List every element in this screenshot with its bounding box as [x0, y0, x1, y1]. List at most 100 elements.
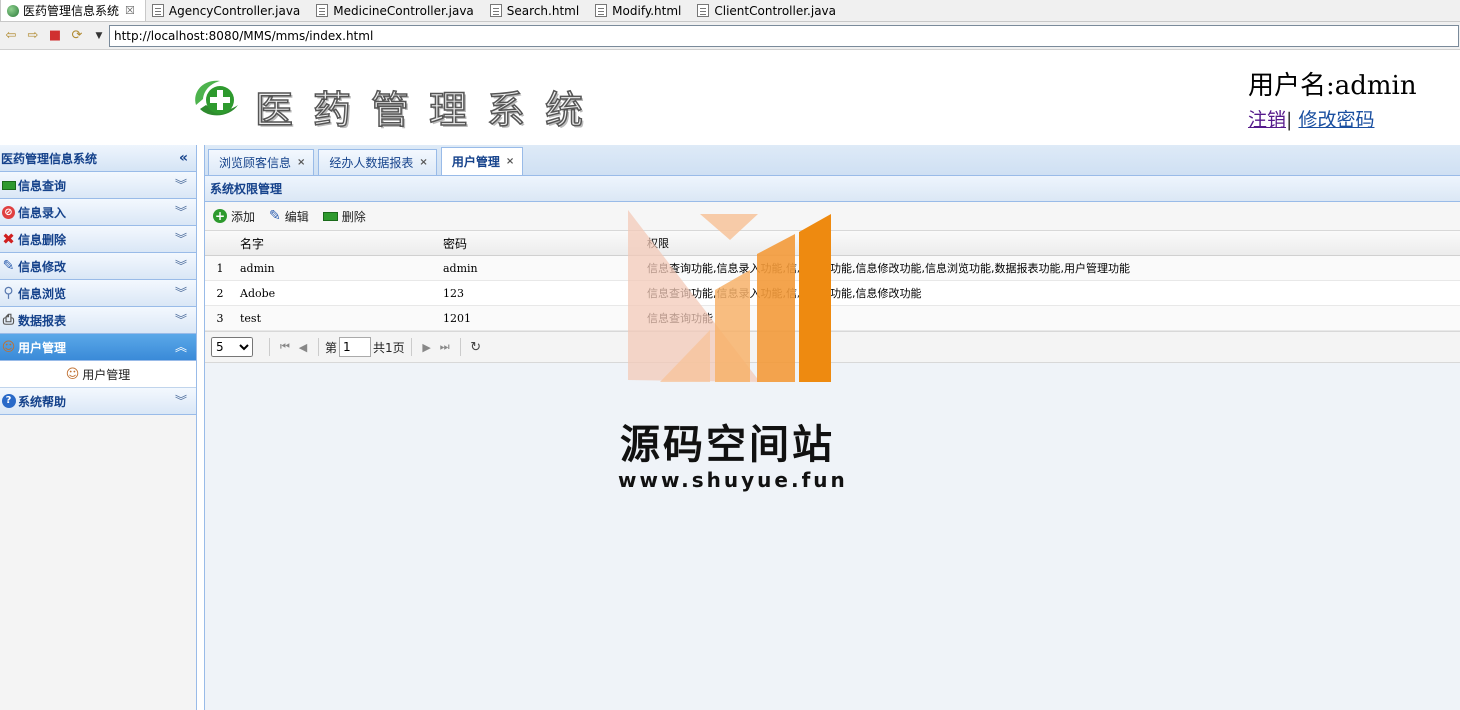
pager-separator: [410, 338, 412, 356]
edit-button[interactable]: ✎ 编辑: [269, 208, 309, 225]
sidebar-item-label: 信息修改: [18, 259, 67, 274]
user-icon: ☺: [1, 339, 16, 355]
browser-toolbar: ⇦ ⇨ ■ ⟳ ▼: [0, 22, 1460, 50]
java-file-icon: [151, 4, 164, 17]
sidebar-subitem-user-management[interactable]: ☺ 用户管理: [0, 361, 196, 388]
sidebar-item-label: 信息浏览: [18, 286, 67, 301]
watermark-text: 源码空间站: [620, 422, 835, 468]
page-total-label: 共1页: [373, 340, 405, 355]
cell-password: admin: [443, 261, 478, 275]
editor-tab-label: Modify.html: [612, 3, 682, 18]
tab-label: 用户管理: [451, 155, 500, 169]
previous-page-icon[interactable]: ◀: [294, 341, 312, 354]
editor-tab-label: Search.html: [506, 3, 580, 18]
logout-link[interactable]: 注销: [1248, 109, 1286, 131]
forward-arrow-icon[interactable]: ⇨: [22, 28, 44, 43]
row-number: 1: [216, 261, 224, 275]
editor-tab-search-html[interactable]: Search.html: [484, 0, 589, 21]
sidebar-item-report[interactable]: ⎙ 数据报表 ︾: [0, 307, 196, 334]
tab-browse-customers[interactable]: 浏览顾客信息 ×: [208, 149, 315, 175]
chevron-down-icon[interactable]: ︾: [175, 230, 187, 247]
refresh-icon[interactable]: ⟳: [66, 28, 88, 43]
column-header-password[interactable]: 密码: [438, 235, 643, 252]
user-table: 名字 密码 权限 1 admin admin 信息查询功能,信息录入功能,信息删…: [205, 231, 1460, 331]
sidebar-subitem-label: 用户管理: [82, 367, 131, 382]
chevron-down-icon[interactable]: ︾: [175, 203, 187, 220]
sidebar-item-entry[interactable]: ⊘ 信息录入 ︾: [0, 199, 196, 226]
first-page-icon[interactable]: ⏮: [276, 340, 294, 354]
change-password-link[interactable]: 修改密码: [1298, 109, 1374, 131]
table-row[interactable]: 2 Adobe 123 信息查询功能,信息录入功能,信息删除功能,信息修改功能: [205, 281, 1460, 306]
back-arrow-icon[interactable]: ⇦: [0, 28, 22, 43]
column-header-name[interactable]: 名字: [235, 235, 438, 252]
cell-password: 1201: [443, 311, 471, 325]
table-body: 1 admin admin 信息查询功能,信息录入功能,信息删除功能,信息修改功…: [205, 256, 1460, 331]
editor-tab-agency-controller[interactable]: AgencyController.java: [146, 0, 310, 21]
medical-cross-logo-icon: [195, 80, 238, 116]
delete-button[interactable]: 删除: [322, 208, 366, 225]
tab-label: 经办人数据报表: [329, 156, 414, 170]
editor-tab-label: MedicineController.java: [333, 3, 474, 18]
sidebar-item-delete[interactable]: ✖ 信息删除 ︾: [0, 226, 196, 253]
column-header-permissions[interactable]: 权限: [643, 235, 1460, 251]
tab-agent-report[interactable]: 经办人数据报表 ×: [318, 149, 437, 175]
sidebar-item-label: 系统帮助: [18, 394, 67, 409]
table-row[interactable]: 3 test 1201 信息查询功能: [205, 306, 1460, 331]
page-prefix-label: 第: [325, 340, 338, 355]
app-header: 医药管理系统 用户名:admin 注销| 修改密码: [0, 51, 1460, 143]
html-file-icon: [595, 4, 608, 17]
table-row[interactable]: 1 admin admin 信息查询功能,信息录入功能,信息删除功能,信息修改功…: [205, 256, 1460, 281]
sidebar-item-query[interactable]: 信息查询 ︾: [0, 172, 196, 199]
red-x-icon: ✖: [2, 230, 15, 248]
editor-tab-mms[interactable]: 医药管理信息系统 ☒: [0, 0, 146, 21]
close-icon[interactable]: ☒: [125, 4, 135, 17]
sidebar-title-label: 医药管理信息系统: [1, 151, 98, 166]
cell-permissions: 信息查询功能,信息录入功能,信息删除功能,信息修改功能,信息浏览功能,数据报表功…: [647, 262, 1130, 275]
chevron-down-icon[interactable]: ︾: [175, 284, 187, 301]
row-number: 2: [216, 286, 224, 300]
chevron-down-icon[interactable]: ︾: [175, 176, 187, 193]
page-number-input[interactable]: [339, 337, 372, 357]
sidebar-item-label: 信息删除: [18, 232, 67, 247]
username-label: 用户名:admin: [1248, 71, 1417, 101]
sidebar-item-label: 数据报表: [18, 313, 67, 328]
editor-tab-medicine-controller[interactable]: MedicineController.java: [310, 0, 484, 21]
tab-user-management[interactable]: 用户管理 ×: [440, 147, 524, 175]
collapse-left-icon[interactable]: «: [179, 150, 188, 166]
url-input[interactable]: [109, 25, 1459, 47]
add-icon: +: [213, 209, 227, 223]
chevron-down-icon[interactable]: ︾: [175, 392, 187, 409]
chevron-down-icon[interactable]: ︾: [175, 311, 187, 328]
sidebar-item-user-management[interactable]: ☺ 用户管理 ︽: [0, 334, 196, 361]
editor-tab-modify-html[interactable]: Modify.html: [589, 0, 691, 21]
pager-separator: [269, 338, 270, 356]
stop-icon[interactable]: ■: [44, 28, 66, 43]
chevron-up-icon[interactable]: ︽: [175, 338, 187, 355]
next-page-icon[interactable]: ▶: [418, 341, 436, 354]
java-file-icon: [316, 4, 329, 17]
pager-separator: [459, 338, 461, 356]
tab-label: 浏览顾客信息: [219, 156, 292, 170]
page-size-select[interactable]: 5: [211, 337, 253, 357]
globe-icon: [7, 4, 19, 17]
java-file-icon: [697, 4, 710, 17]
editor-tab-label: 医药管理信息系统: [23, 4, 120, 18]
chevron-down-icon[interactable]: ︾: [175, 257, 187, 274]
last-page-icon[interactable]: ⏭: [436, 340, 454, 354]
sidebar-item-modify[interactable]: ✎ 信息修改 ︾: [0, 253, 196, 280]
editor-tab-client-controller[interactable]: ClientController.java: [691, 0, 846, 21]
link-separator: |: [1286, 109, 1293, 131]
editor-tab-label: AgencyController.java: [168, 3, 301, 18]
dropdown-arrow-icon[interactable]: ▼: [88, 31, 110, 41]
cell-name: test: [240, 311, 261, 325]
editor-tab-label: ClientController.java: [714, 3, 836, 18]
close-icon[interactable]: ×: [297, 157, 305, 168]
tab-strip: 浏览顾客信息 × 经办人数据报表 × 用户管理 ×: [205, 145, 1460, 176]
sidebar-item-label: 信息录入: [18, 205, 67, 220]
close-icon[interactable]: ×: [506, 156, 514, 167]
sidebar-item-browse[interactable]: ⚲ 信息浏览 ︾: [0, 280, 196, 307]
add-button[interactable]: + 添加: [213, 208, 255, 225]
sidebar-item-help[interactable]: ? 系统帮助 ︾: [0, 388, 196, 415]
refresh-icon[interactable]: ↻: [467, 340, 485, 355]
close-icon[interactable]: ×: [419, 157, 427, 168]
